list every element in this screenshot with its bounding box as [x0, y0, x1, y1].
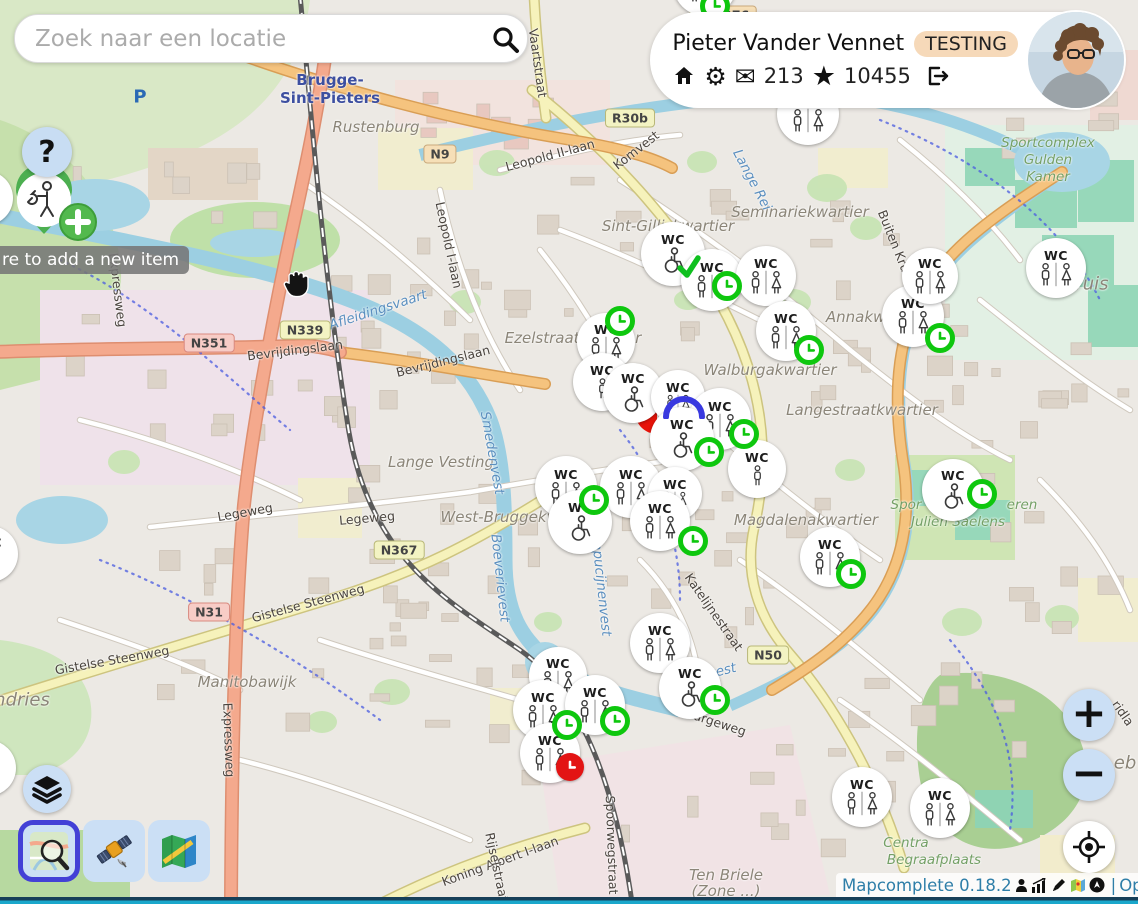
map-canvas[interactable]: Brugge-Sint-PietersPRustenburgSint-Gilli…	[0, 0, 1138, 904]
toilet-marker[interactable]: WC	[832, 767, 892, 827]
geolocate-button[interactable]	[1063, 821, 1115, 873]
osm-carto-icon	[28, 830, 70, 872]
app-version[interactable]: Mapcomplete 0.18.2	[842, 876, 1012, 895]
layer-option-satellite[interactable]	[83, 820, 145, 882]
attribution-separator: |	[1111, 876, 1117, 895]
contributors-icon[interactable]	[1015, 878, 1028, 893]
home-icon[interactable]	[672, 64, 696, 88]
opening-hours-open-badge	[600, 706, 630, 736]
layer-option-osm-carto[interactable]	[18, 820, 80, 882]
gear-icon[interactable]: ⚙	[704, 64, 726, 89]
testing-badge: TESTING	[914, 31, 1018, 57]
toilet-marker[interactable]: WC	[728, 440, 786, 498]
toilet-marker[interactable]: WC	[1026, 238, 1086, 298]
folded-map-icon	[158, 830, 200, 872]
osm-attribution-link[interactable]: OpenStreetMap	[1119, 876, 1138, 895]
zoom-in-button[interactable]: +	[1063, 689, 1115, 741]
opening-hours-open-badge	[712, 271, 742, 301]
logout-icon[interactable]	[925, 64, 950, 88]
search-bar	[14, 14, 528, 63]
opening-hours-open-badge	[729, 419, 759, 449]
satellite-icon	[92, 829, 136, 873]
search-input[interactable]	[15, 26, 483, 52]
theme-map-icon[interactable]	[1070, 878, 1086, 893]
bottom-accent-bar	[0, 897, 1138, 904]
opening-hours-open-badge	[605, 306, 635, 336]
opening-hours-open-badge	[794, 335, 824, 365]
add-new-item-pin[interactable]	[14, 162, 114, 256]
mastodon-icon[interactable]	[1089, 877, 1105, 893]
help-label: ?	[38, 135, 55, 170]
edit-pencil-icon[interactable]	[1051, 877, 1067, 893]
opening-hours-open-badge	[925, 323, 955, 353]
envelope-icon[interactable]: ✉	[735, 64, 756, 89]
toilet-marker[interactable]: WC	[902, 248, 958, 304]
opening-hours-open-badge	[579, 485, 609, 515]
opening-hours-open-badge	[700, 685, 730, 715]
attribution-bar: Mapcomplete 0.18.2 | OpenStreetMap	[836, 873, 1138, 897]
layer-option-map[interactable]	[148, 820, 210, 882]
opening-hours-open-badge	[967, 479, 997, 509]
zoom-out-button[interactable]: −	[1063, 749, 1115, 801]
hand-cursor-icon	[283, 268, 310, 304]
crosshair-icon	[1072, 830, 1106, 864]
layers-button[interactable]	[23, 765, 71, 813]
opening-hours-open-badge	[552, 710, 582, 740]
opening-hours-open-badge	[836, 559, 866, 589]
opening-hours-closed-badge	[556, 753, 584, 781]
layers-icon	[32, 774, 62, 804]
statistics-icon[interactable]	[1031, 878, 1048, 893]
background-layer-picker	[18, 820, 210, 882]
toilet-marker[interactable]: WC	[736, 246, 796, 306]
opening-hours-open-badge	[694, 437, 724, 467]
star-count: 10455	[844, 64, 911, 88]
help-button[interactable]: ?	[22, 127, 72, 177]
mail-count: 213	[764, 64, 804, 88]
opening-hours-open-badge	[678, 526, 708, 556]
user-panel: Pieter Vander Vennet TESTING ⚙ ✉ 213 ★ 1…	[650, 12, 1124, 108]
add-item-tooltip: re to add a new item	[0, 246, 189, 274]
avatar[interactable]	[1028, 12, 1124, 108]
toilet-marker[interactable]: WC	[910, 778, 970, 838]
star-icon[interactable]: ★	[812, 63, 836, 90]
search-icon[interactable]	[483, 17, 527, 61]
user-name: Pieter Vander Vennet	[672, 31, 904, 56]
